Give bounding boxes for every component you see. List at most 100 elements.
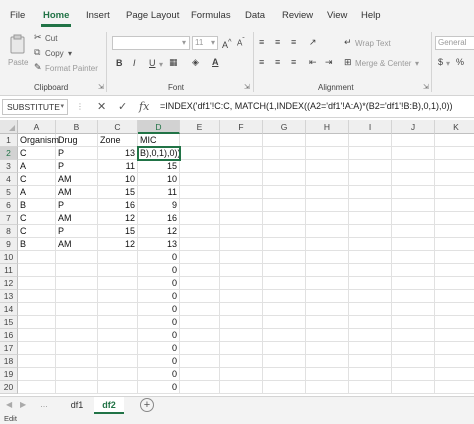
decrease-indent-icon[interactable]: ⇤ bbox=[309, 57, 317, 68]
row-header-14[interactable]: 14 bbox=[0, 303, 18, 316]
column-header-a[interactable]: A bbox=[18, 120, 56, 134]
cell-c11[interactable] bbox=[98, 264, 138, 277]
cell-a1[interactable]: Organism bbox=[18, 134, 59, 147]
cell-f3[interactable] bbox=[220, 160, 263, 173]
cell-c18[interactable] bbox=[98, 355, 138, 368]
cell-i9[interactable] bbox=[349, 238, 392, 251]
cell-j11[interactable] bbox=[392, 264, 435, 277]
cell-g1[interactable] bbox=[263, 134, 306, 147]
cell-c3[interactable]: 11 bbox=[98, 160, 138, 173]
cell-b6[interactable]: P bbox=[56, 199, 98, 212]
align-left-icon[interactable]: ≡ bbox=[259, 57, 264, 67]
cell-f19[interactable] bbox=[220, 368, 263, 381]
cell-h5[interactable] bbox=[306, 186, 349, 199]
tab-help[interactable]: Help bbox=[361, 10, 381, 21]
cell-a4[interactable]: C bbox=[18, 173, 56, 186]
cell-b15[interactable] bbox=[56, 316, 98, 329]
cell-h3[interactable] bbox=[306, 160, 349, 173]
cell-c1[interactable]: Zone bbox=[98, 134, 138, 147]
merge-center-button[interactable]: Merge & Center bbox=[355, 59, 411, 68]
cell-g9[interactable] bbox=[263, 238, 306, 251]
cell-f1[interactable] bbox=[220, 134, 263, 147]
cell-a9[interactable]: B bbox=[18, 238, 56, 251]
grow-font-button[interactable]: A^ bbox=[222, 37, 232, 50]
cell-g12[interactable] bbox=[263, 277, 306, 290]
cell-f4[interactable] bbox=[220, 173, 263, 186]
cell-i1[interactable] bbox=[349, 134, 392, 147]
font-size-select[interactable]: 11 ▾ bbox=[192, 36, 218, 50]
cell-h7[interactable] bbox=[306, 212, 349, 225]
font-color-icon[interactable]: A bbox=[212, 57, 219, 67]
align-right-icon[interactable]: ≡ bbox=[291, 57, 296, 67]
cell-h19[interactable] bbox=[306, 368, 349, 381]
copy-dropdown-icon[interactable]: ▾ bbox=[68, 49, 72, 58]
cell-e16[interactable] bbox=[180, 329, 220, 342]
orientation-icon[interactable]: ↗ bbox=[309, 37, 317, 48]
column-header-g[interactable]: G bbox=[263, 120, 306, 134]
tab-review[interactable]: Review bbox=[282, 10, 313, 21]
tab-data[interactable]: Data bbox=[245, 10, 265, 21]
cell-d11[interactable]: 0 bbox=[138, 264, 180, 277]
cell-i12[interactable] bbox=[349, 277, 392, 290]
column-header-f[interactable]: F bbox=[220, 120, 263, 134]
cell-b4[interactable]: AM bbox=[56, 173, 98, 186]
cell-k1[interactable] bbox=[435, 134, 474, 147]
cell-a13[interactable] bbox=[18, 290, 56, 303]
cell-e15[interactable] bbox=[180, 316, 220, 329]
cell-i16[interactable] bbox=[349, 329, 392, 342]
cell-c6[interactable]: 16 bbox=[98, 199, 138, 212]
cell-k19[interactable] bbox=[435, 368, 474, 381]
tab-file[interactable]: File bbox=[10, 10, 25, 21]
cell-j2[interactable] bbox=[392, 147, 435, 160]
row-header-1[interactable]: 1 bbox=[0, 134, 18, 147]
cell-a8[interactable]: C bbox=[18, 225, 56, 238]
cell-c16[interactable] bbox=[98, 329, 138, 342]
column-header-j[interactable]: J bbox=[392, 120, 435, 134]
cell-f13[interactable] bbox=[220, 290, 263, 303]
cell-c20[interactable] bbox=[98, 381, 138, 394]
cell-i20[interactable] bbox=[349, 381, 392, 394]
cell-h17[interactable] bbox=[306, 342, 349, 355]
cell-c12[interactable] bbox=[98, 277, 138, 290]
row-header-4[interactable]: 4 bbox=[0, 173, 18, 186]
cell-d16[interactable]: 0 bbox=[138, 329, 180, 342]
cell-e12[interactable] bbox=[180, 277, 220, 290]
cell-f10[interactable] bbox=[220, 251, 263, 264]
column-header-c[interactable]: C bbox=[98, 120, 138, 134]
cell-j12[interactable] bbox=[392, 277, 435, 290]
number-format-select[interactable]: General bbox=[435, 36, 474, 50]
cell-j7[interactable] bbox=[392, 212, 435, 225]
cell-g15[interactable] bbox=[263, 316, 306, 329]
cell-d9[interactable]: 13 bbox=[138, 238, 180, 251]
tab-home[interactable]: Home bbox=[43, 10, 69, 21]
cell-j3[interactable] bbox=[392, 160, 435, 173]
cell-d6[interactable]: 9 bbox=[138, 199, 180, 212]
cell-f20[interactable] bbox=[220, 381, 263, 394]
cell-j4[interactable] bbox=[392, 173, 435, 186]
cell-k15[interactable] bbox=[435, 316, 474, 329]
cell-e6[interactable] bbox=[180, 199, 220, 212]
cell-k11[interactable] bbox=[435, 264, 474, 277]
cell-b5[interactable]: AM bbox=[56, 186, 98, 199]
cell-h15[interactable] bbox=[306, 316, 349, 329]
borders-icon[interactable]: ▦ bbox=[169, 57, 178, 68]
cell-j14[interactable] bbox=[392, 303, 435, 316]
tab-view[interactable]: View bbox=[327, 10, 347, 21]
cell-k3[interactable] bbox=[435, 160, 474, 173]
cell-d14[interactable]: 0 bbox=[138, 303, 180, 316]
cell-e18[interactable] bbox=[180, 355, 220, 368]
cell-e13[interactable] bbox=[180, 290, 220, 303]
cell-a6[interactable]: B bbox=[18, 199, 56, 212]
cell-k9[interactable] bbox=[435, 238, 474, 251]
cell-h12[interactable] bbox=[306, 277, 349, 290]
row-header-20[interactable]: 20 bbox=[0, 381, 18, 394]
name-box[interactable]: SUBSTITUTE ▾ bbox=[2, 99, 68, 115]
cell-g18[interactable] bbox=[263, 355, 306, 368]
row-header-11[interactable]: 11 bbox=[0, 264, 18, 277]
cell-h18[interactable] bbox=[306, 355, 349, 368]
cell-a15[interactable] bbox=[18, 316, 56, 329]
cell-g14[interactable] bbox=[263, 303, 306, 316]
row-header-3[interactable]: 3 bbox=[0, 160, 18, 173]
underline-dropdown-icon[interactable]: ▾ bbox=[159, 60, 163, 69]
cell-f5[interactable] bbox=[220, 186, 263, 199]
